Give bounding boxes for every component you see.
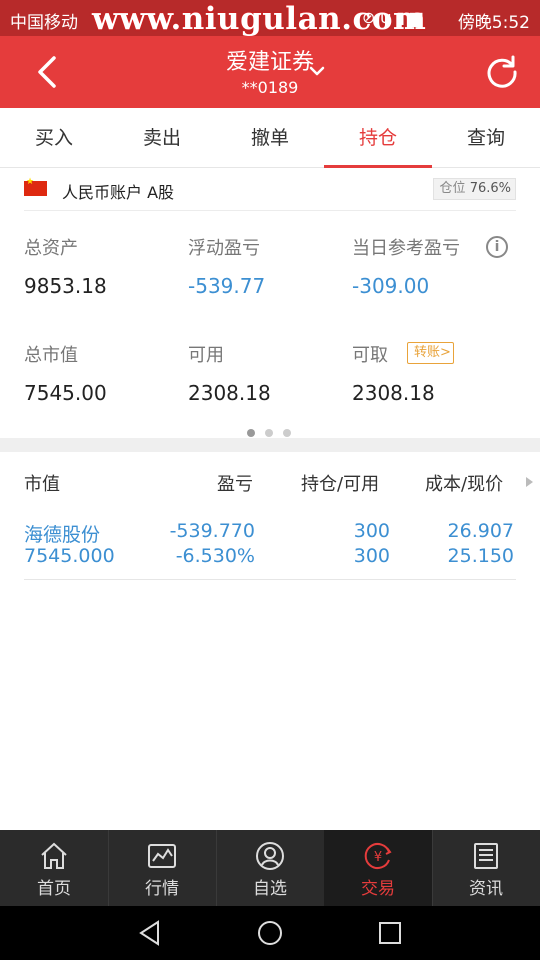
nav-label: 交易: [361, 879, 395, 899]
stock-market-value: 7545.000: [24, 545, 115, 567]
tab-holdings[interactable]: 持仓: [324, 108, 432, 168]
nav-label: 行情: [145, 879, 179, 899]
stat-market-value: 总市值 7545.00: [24, 341, 184, 405]
nav-home[interactable]: 首页: [0, 830, 108, 906]
account-selector[interactable]: 爱建证券 **0189: [150, 44, 390, 97]
recents-square-icon[interactable]: [376, 919, 404, 947]
pager-dot: [265, 429, 273, 437]
system-status-icons: ⊘ ψ ▮ ▆: [362, 8, 423, 27]
trade-tabs: 买入 卖出 撤单 持仓 查询: [0, 108, 540, 168]
stat-label: 总资产: [24, 238, 78, 259]
tab-query[interactable]: 查询: [432, 108, 540, 168]
chart-icon: [148, 844, 176, 868]
stock-name: 海德股份: [24, 524, 101, 546]
account-type-label: 人民币账户 A股: [62, 183, 175, 202]
news-icon: [474, 843, 498, 869]
stat-total-assets: 总资产 9853.18: [24, 234, 184, 298]
position-ratio-badge: 仓位 76.6%: [432, 178, 516, 200]
holding-row[interactable]: 海德股份 7545.000 -539.770 -6.530% 300 300 2…: [24, 516, 516, 580]
svg-text:¥: ¥: [374, 850, 382, 865]
nav-news[interactable]: 资讯: [432, 830, 540, 906]
stock-position: 300: [353, 520, 390, 542]
stat-value: 9853.18: [24, 274, 107, 298]
china-flag-icon: ★: [24, 177, 47, 196]
carrier-name: 中国移动: [10, 13, 78, 33]
nav-trade[interactable]: ¥ 交易: [324, 830, 432, 906]
section-divider: [0, 438, 540, 452]
stat-value: 7545.00: [24, 381, 107, 405]
col-position: 持仓/可用: [301, 474, 380, 495]
stock-pnl: -539.770: [169, 520, 255, 542]
stat-value: -309.00: [352, 274, 430, 298]
chevron-down-icon: [309, 66, 325, 76]
yuan-icon: ¥: [364, 843, 392, 869]
tab-cancel-order[interactable]: 撤单: [216, 108, 324, 168]
stat-available: 可用 2308.18: [188, 341, 348, 405]
clock: 傍晚5:52: [457, 13, 530, 33]
home-icon: [41, 842, 67, 869]
info-icon[interactable]: i: [486, 236, 508, 258]
user-icon: [256, 842, 284, 870]
account-row: ★ 人民币账户 A股 仓位 76.6%: [24, 168, 516, 211]
stock-cost: 26.907: [447, 520, 514, 542]
nav-market[interactable]: 行情: [108, 830, 216, 906]
status-bar: 中国移动 www.niugulan.com ⊘ ψ ▮ ▆ 傍晚5:52: [0, 0, 540, 37]
stat-label: 浮动盈亏: [188, 238, 260, 259]
broker-title: 爱建证券: [225, 50, 314, 75]
scroll-right-icon[interactable]: [524, 476, 534, 488]
col-market-value: 市值: [24, 474, 60, 495]
nav-label: 自选: [253, 879, 287, 899]
system-nav-bar: [0, 906, 540, 960]
position-ratio-label: 仓位: [439, 181, 466, 196]
col-cost-price: 成本/现价: [425, 474, 504, 495]
chevron-right-icon: >: [440, 345, 451, 360]
pager-dot: [247, 429, 255, 437]
stat-floating-pnl: 浮动盈亏 -539.77: [188, 234, 348, 298]
nav-watchlist[interactable]: 自选: [216, 830, 324, 906]
position-ratio-value: 76.6%: [469, 181, 511, 196]
stat-value: 2308.18: [188, 381, 271, 405]
stat-value: -539.77: [188, 274, 266, 298]
nav-label: 资讯: [469, 879, 503, 899]
tab-buy[interactable]: 买入: [0, 108, 108, 168]
stat-label: 可用: [188, 345, 224, 366]
pager-dot: [283, 429, 291, 437]
stock-pnl-pct: -6.530%: [175, 545, 255, 567]
holdings-header: 市值 盈亏 持仓/可用 成本/现价: [0, 452, 540, 510]
refresh-icon[interactable]: [484, 54, 520, 90]
transfer-label: 转账: [414, 345, 441, 360]
stock-available: 300: [353, 545, 390, 567]
stock-price: 25.150: [447, 545, 514, 567]
transfer-button[interactable]: 转账>: [407, 342, 454, 364]
stat-value: 2308.18: [352, 381, 435, 405]
stat-label: 总市值: [24, 345, 78, 366]
back-icon[interactable]: [30, 54, 66, 90]
back-triangle-icon[interactable]: [136, 919, 164, 947]
bottom-nav: 首页 行情 自选 ¥ 交易 资讯: [0, 830, 540, 906]
home-circle-icon[interactable]: [256, 919, 284, 947]
tab-sell[interactable]: 卖出: [108, 108, 216, 168]
nav-label: 首页: [37, 879, 71, 899]
col-pnl: 盈亏: [217, 474, 253, 495]
app-header: 爱建证券 **0189: [0, 36, 540, 108]
account-number: **0189: [241, 78, 299, 97]
